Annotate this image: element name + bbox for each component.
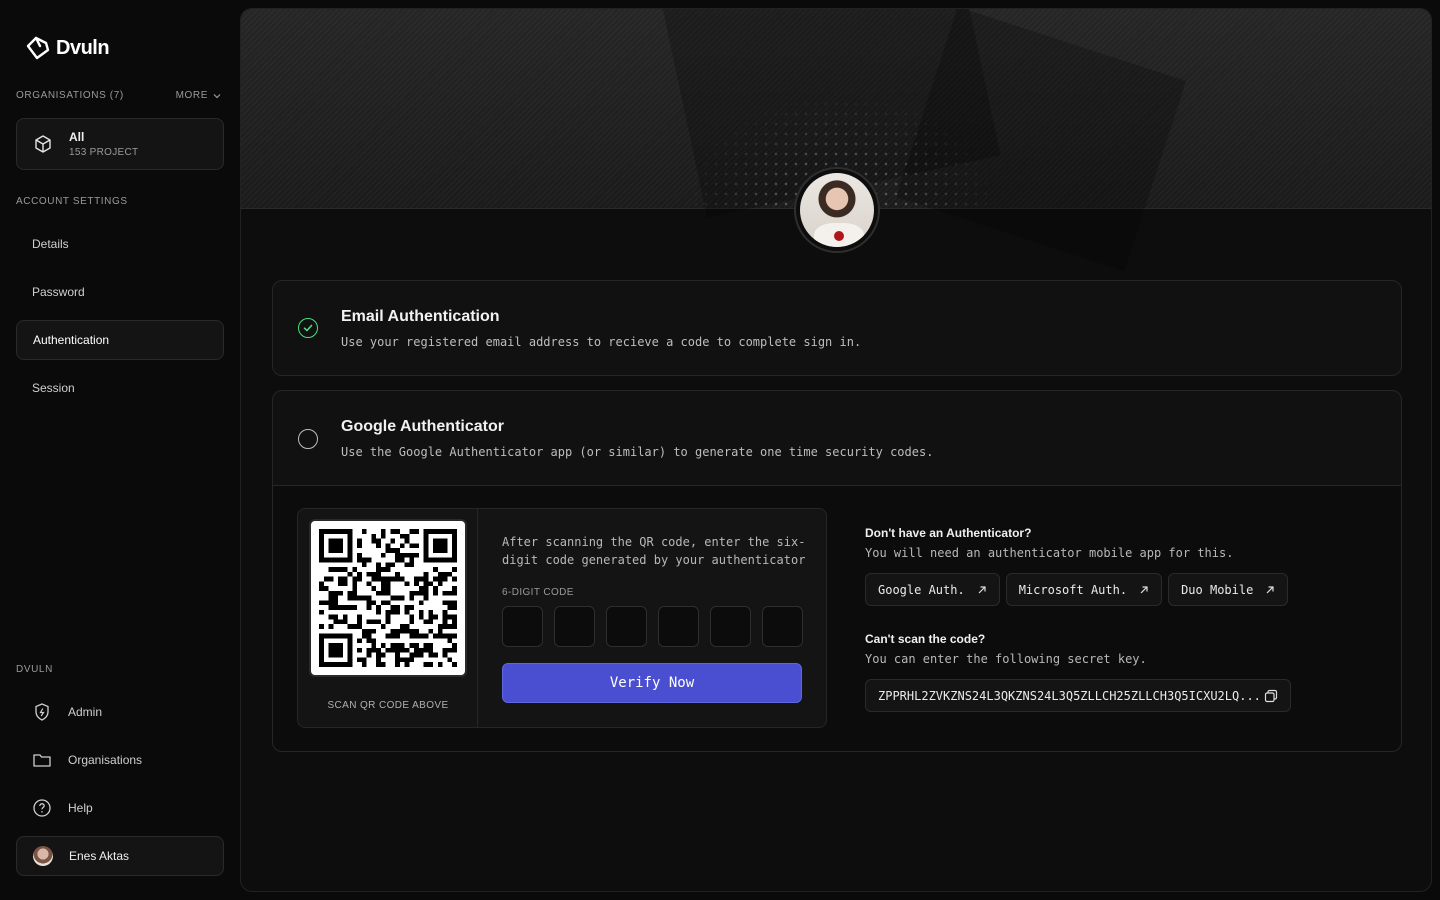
main-panel: Email Authentication Use your registered… xyxy=(240,8,1432,892)
app-link-label: Microsoft Auth. xyxy=(1018,582,1128,597)
secret-key-field[interactable]: ZPPRHL2ZVKZNS24L3QKZNS24L3Q5ZLLCH25ZLLCH… xyxy=(865,679,1291,712)
avatar xyxy=(33,846,53,866)
qr-section: SCAN QR CODE ABOVE xyxy=(298,509,478,727)
google-auth-title: Google Authenticator xyxy=(341,418,504,435)
email-auth-description: Use your registered email address to rec… xyxy=(341,335,862,349)
avatar-photo xyxy=(800,173,874,247)
app-link-label: Duo Mobile xyxy=(1181,582,1254,597)
duo-mobile-link[interactable]: Duo Mobile xyxy=(1168,573,1289,606)
account-settings-label: ACCOUNT SETTINGS xyxy=(16,196,128,207)
sidebar-item-help[interactable]: Help xyxy=(16,788,224,828)
sidebar-item-label: Organisations xyxy=(68,753,143,767)
org-project-count: 153 PROJECT xyxy=(69,147,139,158)
code-digit-input[interactable] xyxy=(606,606,647,647)
qr-modules xyxy=(319,529,457,667)
google-auth-setup: SCAN QR CODE ABOVE After scanning the QR… xyxy=(273,486,1401,751)
org-name: All xyxy=(69,130,85,144)
folder-icon xyxy=(32,750,52,770)
brand-name: Dvuln xyxy=(56,36,110,59)
external-link-icon xyxy=(1266,585,1274,593)
sidebar-item-details[interactable]: Details xyxy=(16,224,224,264)
sidebar-item-password[interactable]: Password xyxy=(16,272,224,312)
copy-icon[interactable] xyxy=(1264,689,1278,703)
help-circle-icon xyxy=(32,798,52,818)
qr-code-image xyxy=(319,529,457,667)
chevron-down-icon xyxy=(213,93,221,98)
no-app-title: Don't have an Authenticator? xyxy=(865,526,1032,540)
google-auth-description: Use the Google Authenticator app (or sim… xyxy=(341,445,934,459)
qr-verification-panel: SCAN QR CODE ABOVE After scanning the QR… xyxy=(297,508,827,728)
dvuln-logo-icon xyxy=(26,36,50,60)
code-input-group xyxy=(502,606,803,647)
sidebar-item-organisations[interactable]: Organisations xyxy=(16,740,224,780)
organisations-section-label: ORGANISATIONS (7) xyxy=(16,90,124,101)
sidebar-item-label: Authentication xyxy=(33,333,110,347)
sidebar-item-label: Admin xyxy=(68,705,103,719)
user-name: Enes Aktas xyxy=(69,849,130,863)
more-button[interactable]: MORE xyxy=(176,90,222,101)
avatar-rose xyxy=(834,231,844,241)
email-auth-radio[interactable] xyxy=(298,318,318,338)
code-digit-input[interactable] xyxy=(502,606,543,647)
google-auth-radio[interactable] xyxy=(298,429,318,449)
cube-icon xyxy=(35,135,51,153)
sidebar-item-label: Details xyxy=(32,237,69,251)
code-digit-input[interactable] xyxy=(710,606,751,647)
code-digit-input[interactable] xyxy=(762,606,803,647)
sidebar-item-authentication[interactable]: Authentication xyxy=(16,320,224,360)
shield-bolt-icon xyxy=(32,702,52,722)
secret-key-value: ZPPRHL2ZVKZNS24L3QKZNS24L3Q5ZLLCH25ZLLCH… xyxy=(878,688,1261,703)
brand-logo[interactable]: Dvuln xyxy=(24,34,110,62)
microsoft-auth-link[interactable]: Microsoft Auth. xyxy=(1005,573,1163,606)
qr-code xyxy=(309,519,467,677)
profile-avatar[interactable] xyxy=(794,167,880,253)
cant-scan-description: You can enter the following secret key. xyxy=(865,652,1147,666)
email-auth-title: Email Authentication xyxy=(341,308,500,325)
verify-now-button[interactable]: Verify Now xyxy=(502,663,802,703)
dvuln-section-label: DVULN xyxy=(16,664,53,675)
google-auth-option: Google Authenticator Use the Google Auth… xyxy=(272,390,1402,752)
check-icon xyxy=(303,324,313,332)
google-auth-link[interactable]: Google Auth. xyxy=(865,573,1000,606)
cant-scan-title: Can't scan the code? xyxy=(865,632,986,646)
sidebar-item-admin[interactable]: Admin xyxy=(16,692,224,732)
code-digit-input[interactable] xyxy=(658,606,699,647)
no-app-description: You will need an authenticator mobile ap… xyxy=(865,546,1234,560)
code-digit-input[interactable] xyxy=(554,606,595,647)
qr-caption: SCAN QR CODE ABOVE xyxy=(327,700,449,711)
external-link-icon xyxy=(978,585,986,593)
sidebar-item-label: Help xyxy=(68,801,93,815)
email-auth-option[interactable]: Email Authentication Use your registered… xyxy=(272,280,1402,376)
sidebar-item-label: Session xyxy=(32,381,75,395)
qr-instructions: After scanning the QR code, enter the si… xyxy=(502,535,806,567)
sidebar-item-label: Password xyxy=(32,285,85,299)
app-link-label: Google Auth. xyxy=(878,582,965,597)
user-profile-button[interactable]: Enes Aktas xyxy=(16,836,224,876)
org-selector[interactable]: All 153 PROJECT xyxy=(16,118,224,170)
sidebar-item-session[interactable]: Session xyxy=(16,368,224,408)
external-link-icon xyxy=(1140,585,1148,593)
authenticator-app-links: Google Auth. Microsoft Auth. Duo Mobile xyxy=(865,573,1289,606)
more-label: MORE xyxy=(175,90,208,101)
sidebar: Dvuln ORGANISATIONS (7) MORE All 153 PRO… xyxy=(0,0,240,900)
code-label: 6-DIGIT CODE xyxy=(502,587,574,598)
